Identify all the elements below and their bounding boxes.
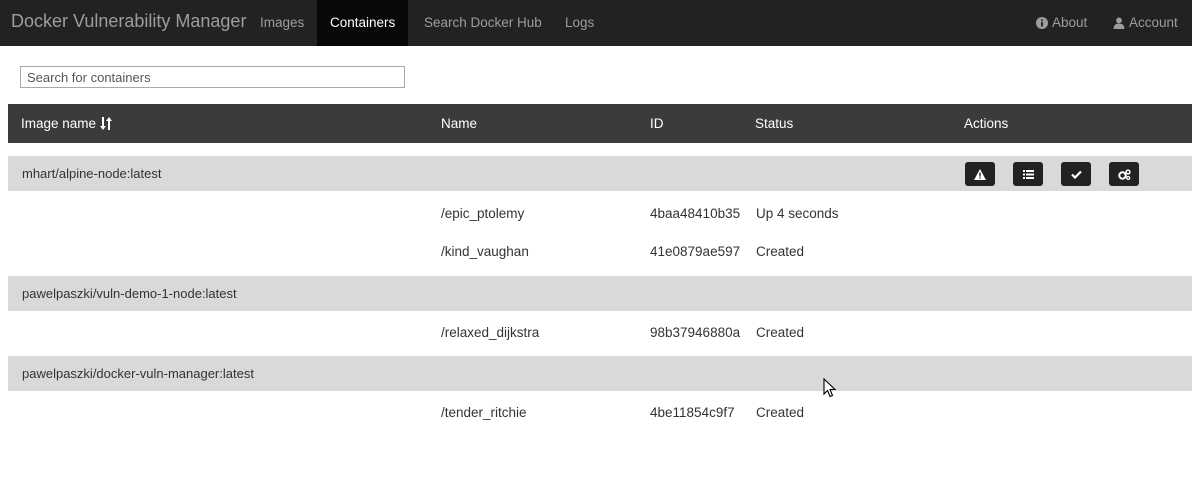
details-list-button[interactable] [1013, 162, 1043, 186]
image-name: pawelpaszki/vuln-demo-1-node:latest [22, 286, 237, 301]
warning-icon [974, 168, 986, 180]
search-containers-input[interactable] [20, 66, 405, 88]
top-navbar: Docker Vulnerability Manager Images Cont… [0, 0, 1192, 46]
header-image-name[interactable]: Image name [21, 104, 113, 143]
image-name: mhart/alpine-node:latest [22, 166, 162, 181]
header-actions: Actions [964, 116, 1009, 131]
nav-about-label: About [1052, 15, 1088, 30]
container-name: /tender_ritchie [441, 405, 527, 420]
header-id: ID [650, 116, 664, 131]
container-id: 4be11854c9f7 [650, 405, 735, 420]
table-header: Image name Name ID Status Actions [8, 104, 1192, 143]
container-status: Up 4 seconds [756, 206, 839, 221]
container-name: /epic_ptolemy [441, 206, 525, 221]
check-icon [1070, 170, 1082, 179]
container-row[interactable]: /epic_ptolemy 4baa48410b35 Up 4 seconds [8, 195, 1192, 233]
container-id: 4baa48410b35 [650, 206, 741, 221]
user-icon [1113, 17, 1125, 29]
brand-title[interactable]: Docker Vulnerability Manager [11, 11, 246, 32]
container-name: /kind_vaughan [441, 244, 529, 259]
container-id: 41e0879ae597 [650, 244, 741, 259]
nav-containers-link[interactable]: Containers [317, 0, 409, 46]
list-icon [1022, 169, 1034, 179]
settings-button[interactable] [1109, 162, 1139, 186]
vulnerabilities-button[interactable] [965, 162, 995, 186]
info-circle-icon [1036, 17, 1048, 29]
image-group-row: pawelpaszki/docker-vuln-manager:latest [8, 356, 1192, 391]
nav-account-label: Account [1129, 15, 1178, 30]
container-status: Created [756, 405, 805, 420]
check-button[interactable] [1061, 162, 1091, 186]
container-status: Created [756, 244, 805, 259]
container-status: Created [756, 325, 805, 340]
cogs-icon [1117, 168, 1131, 180]
nav-images-link[interactable]: Images [260, 0, 304, 46]
mouse-cursor-icon [823, 378, 837, 398]
header-status: Status [755, 116, 794, 131]
sort-icon[interactable] [100, 117, 113, 130]
image-group-row: mhart/alpine-node:latest [8, 156, 1192, 191]
header-image-name-label: Image name [21, 116, 97, 131]
container-name: /relaxed_dijkstra [441, 325, 540, 340]
nav-about-link[interactable]: About [1036, 0, 1087, 46]
container-id: 98b37946880a [650, 325, 741, 340]
image-name: pawelpaszki/docker-vuln-manager:latest [22, 366, 254, 381]
container-row[interactable]: /kind_vaughan 41e0879ae597 Created [8, 233, 1192, 271]
header-name: Name [441, 116, 478, 131]
nav-account-link[interactable]: Account [1113, 0, 1178, 46]
nav-logs-link[interactable]: Logs [565, 0, 594, 46]
container-row[interactable]: /relaxed_dijkstra 98b37946880a Created [8, 314, 1192, 352]
nav-search-docker-hub-link[interactable]: Search Docker Hub [424, 0, 542, 46]
container-row[interactable]: /tender_ritchie 4be11854c9f7 Created [8, 394, 1192, 432]
image-group-row: pawelpaszki/vuln-demo-1-node:latest [8, 276, 1192, 311]
